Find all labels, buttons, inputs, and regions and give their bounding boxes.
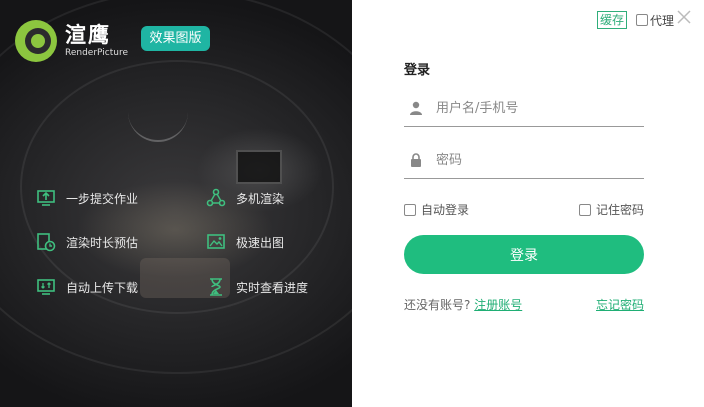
cache-button[interactable]: 缓存 [596, 11, 627, 29]
close-icon[interactable] [676, 10, 692, 26]
no-account-text: 还没有账号? [404, 298, 471, 312]
username-input[interactable] [434, 99, 618, 117]
login-button[interactable]: 登录 [404, 235, 644, 274]
hourglass-icon [206, 277, 226, 297]
feature-item: 实时查看进度 [206, 277, 308, 297]
brand-logo: 渲鹰 RenderPicture [15, 20, 128, 62]
upload-monitor-icon [36, 188, 56, 208]
login-panel: 缓存 代理 登录 自动登录 记住密码 登录 还没有账号? 注册账号 忘记密码 [352, 0, 704, 407]
tv-decoration [236, 150, 282, 184]
login-title: 登录 [404, 63, 431, 78]
lock-icon [408, 152, 424, 168]
proxy-label: 代理 [649, 13, 674, 28]
feature-label: 一步提交作业 [66, 191, 139, 206]
feature-item: 自动上传下载 [36, 277, 138, 297]
top-options: 缓存 代理 [596, 11, 674, 29]
password-input[interactable] [434, 151, 618, 169]
remember-password-checkbox[interactable] [579, 203, 591, 216]
username-field [404, 90, 644, 127]
image-speed-icon [206, 232, 226, 252]
auto-login-label: 自动登录 [421, 203, 470, 217]
forgot-password-link[interactable]: 忘记密码 [596, 298, 644, 312]
brand-name: 渲鹰 [65, 23, 111, 47]
brand-subname: RenderPicture [65, 48, 128, 58]
feature-label: 自动上传下载 [66, 280, 139, 295]
proxy-checkbox[interactable] [635, 14, 648, 26]
register-prompt: 还没有账号? 注册账号 [404, 296, 522, 313]
feature-label: 渲染时长预估 [66, 235, 139, 250]
edition-badge: 效果图版 [141, 26, 210, 51]
network-nodes-icon [206, 188, 226, 208]
remember-password-option[interactable]: 记住密码 [579, 201, 644, 218]
password-field [404, 142, 644, 179]
auto-login-checkbox[interactable] [404, 203, 416, 216]
forgot-password: 忘记密码 [596, 296, 644, 313]
logo-mark-icon [15, 20, 57, 62]
user-icon [408, 100, 424, 116]
transfer-monitor-icon [36, 277, 56, 297]
feature-item: 多机渲染 [206, 188, 284, 208]
feature-item: 渲染时长预估 [36, 232, 138, 252]
feature-label: 实时查看进度 [236, 280, 309, 295]
feature-label: 极速出图 [236, 235, 285, 250]
remember-password-label: 记住密码 [596, 203, 645, 217]
auto-login-option[interactable]: 自动登录 [404, 201, 469, 218]
feature-item: 极速出图 [206, 232, 284, 252]
clock-document-icon [36, 232, 56, 252]
feature-label: 多机渲染 [236, 191, 285, 206]
hero-panel: 渲鹰 RenderPicture 效果图版 一步提交作业 多机渲染 渲染时长预估… [0, 0, 352, 407]
register-link[interactable]: 注册账号 [474, 298, 522, 312]
feature-item: 一步提交作业 [36, 188, 138, 208]
